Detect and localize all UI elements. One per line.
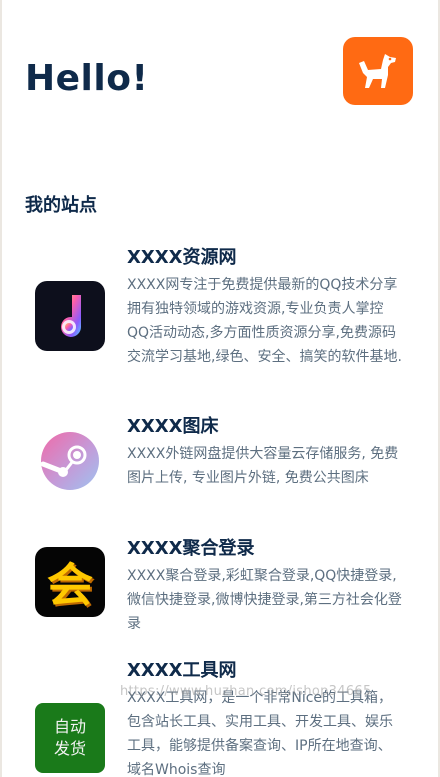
page: Hello! 我的站点 XXXX资源网 XXXX网专注于免费提供最新的QQ技术分… [2,0,438,777]
watermark: https://www.huzhan.com/ishop34665 [120,684,372,699]
site-name[interactable]: XXXX聚合登录 [127,534,255,560]
hui-character: 会 [47,558,93,612]
badge-line-1: 自动 [53,717,86,736]
site-description: XXXX外链网盘提供大容量云存储服务, 免费图片上传, 专业图片外链, 免费公共… [127,446,399,486]
auto-ship-badge-icon[interactable]: 自动 发货 [35,703,105,773]
greeting-heading: Hello! [25,58,149,99]
site-name[interactable]: XXXX资源网 [127,243,237,269]
site-description: XXXX聚合登录,彩虹聚合登录,QQ快捷登录,微信快捷登录,微博快捷登录,第三方… [127,568,402,632]
badge-line-2: 发货 [53,739,86,758]
section-title: 我的站点 [25,195,97,216]
site-name[interactable]: XXXX图床 [127,412,219,438]
music-note-icon[interactable] [35,281,105,351]
site-description: XXXX网专注于免费提供最新的QQ技术分享拥有独特领域的游戏资源,专业负责人掌控… [127,277,402,365]
site-name[interactable]: XXXX工具网 [127,656,237,682]
dog-icon [359,54,396,88]
avatar[interactable] [343,37,413,105]
hui-character-icon[interactable]: 会 [35,547,105,617]
steam-icon[interactable] [35,426,105,496]
site-description: XXXX工具网，是一个非常Nice的工具箱，包含站长工具、实用工具、开发工具、娱… [127,690,393,777]
